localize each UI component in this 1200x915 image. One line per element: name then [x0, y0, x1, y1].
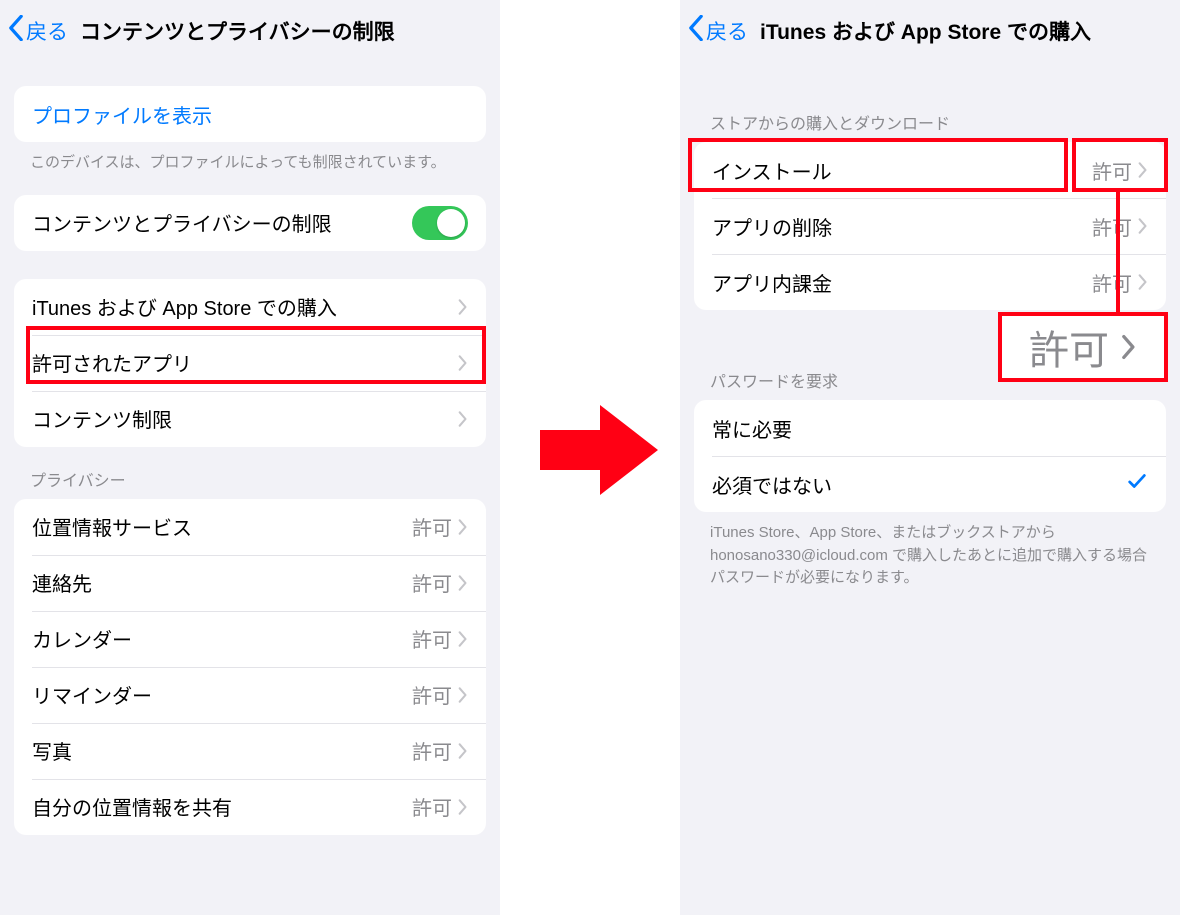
chevron-right-icon	[1138, 217, 1148, 235]
checkmark-icon	[1126, 470, 1148, 499]
group-toggle: コンテンツとプライバシーの制限	[14, 195, 486, 251]
row-label: 必須ではない	[712, 470, 1126, 499]
chevron-right-icon	[458, 686, 468, 704]
row-calendar[interactable]: カレンダー 許可	[14, 611, 486, 667]
row-label: 自分の位置情報を共有	[32, 792, 412, 821]
navbar: 戻る iTunes および App Store での購入	[680, 0, 1180, 62]
row-not-required[interactable]: 必須ではない	[694, 456, 1166, 512]
chevron-right-icon	[458, 742, 468, 760]
annotation-arrow-icon	[540, 400, 660, 500]
row-allowed-apps[interactable]: 許可されたアプリ	[14, 335, 486, 391]
profile-link-label: プロファイルを表示	[32, 100, 468, 129]
chevron-right-icon	[1138, 161, 1148, 179]
chevron-right-icon	[458, 798, 468, 816]
row-value: 許可	[1092, 156, 1132, 185]
row-value: 許可	[412, 736, 452, 765]
row-value: 許可	[412, 512, 452, 541]
row-label: 写真	[32, 736, 412, 765]
chevron-right-icon	[458, 410, 468, 428]
row-label: 許可されたアプリ	[32, 348, 458, 377]
group-profile: プロファイルを表示	[14, 86, 486, 142]
back-label: 戻る	[26, 16, 68, 46]
chevron-left-icon	[8, 15, 26, 47]
row-value: 許可	[412, 624, 452, 653]
page-title: コンテンツとプライバシーの制限	[80, 16, 395, 46]
row-value: 許可	[412, 568, 452, 597]
row-label: 常に必要	[712, 414, 1148, 443]
row-show-profile[interactable]: プロファイルを表示	[14, 86, 486, 142]
toggle-switch-icon[interactable]	[412, 206, 468, 240]
zoom-permit-label: 許可	[1029, 318, 1109, 376]
chevron-right-icon	[458, 574, 468, 592]
privacy-header: プライバシー	[0, 447, 500, 499]
row-label: 連絡先	[32, 568, 412, 597]
row-delete-apps[interactable]: アプリの削除 許可	[694, 198, 1166, 254]
back-label: 戻る	[706, 16, 748, 46]
row-value: 許可	[412, 792, 452, 821]
screen-itunes-purchases: 戻る iTunes および App Store での購入 ストアからの購入とダウ…	[680, 0, 1180, 915]
row-always-require[interactable]: 常に必要	[694, 400, 1166, 456]
row-photos[interactable]: 写真 許可	[14, 723, 486, 779]
chevron-left-icon	[688, 15, 706, 47]
row-label: アプリの削除	[712, 212, 1092, 241]
row-content-restrictions[interactable]: コンテンツ制限	[14, 391, 486, 447]
screen-content-privacy: 戻る コンテンツとプライバシーの制限 プロファイルを表示 このデバイスは、プロフ…	[0, 0, 500, 915]
group-privacy: 位置情報サービス 許可 連絡先 許可 カレンダー 許可 リマインダー 許可 写真…	[14, 499, 486, 835]
row-value: 許可	[1092, 268, 1132, 297]
row-label: アプリ内課金	[712, 268, 1092, 297]
row-install[interactable]: インストール 許可	[694, 142, 1166, 198]
store-header: ストアからの購入とダウンロード	[680, 62, 1180, 142]
row-label: 位置情報サービス	[32, 512, 412, 541]
row-itunes-appstore-purchases[interactable]: iTunes および App Store での購入	[14, 279, 486, 335]
chevron-right-icon	[1138, 273, 1148, 291]
group-store: インストール 許可 アプリの削除 許可 アプリ内課金 許可	[694, 142, 1166, 310]
annotation-connector	[1116, 192, 1120, 316]
group-main: iTunes および App Store での購入 許可されたアプリ コンテンツ…	[14, 279, 486, 447]
group-password: 常に必要 必須ではない	[694, 400, 1166, 512]
row-label: リマインダー	[32, 680, 412, 709]
row-label: カレンダー	[32, 624, 412, 653]
row-restrictions-toggle[interactable]: コンテンツとプライバシーの制限	[14, 195, 486, 251]
row-label: コンテンツ制限	[32, 404, 458, 433]
profile-footer: このデバイスは、プロファイルによっても制限されています。	[0, 142, 500, 181]
row-contacts[interactable]: 連絡先 許可	[14, 555, 486, 611]
row-in-app-purchases[interactable]: アプリ内課金 許可	[694, 254, 1166, 310]
chevron-right-icon	[458, 354, 468, 372]
toggle-label: コンテンツとプライバシーの制限	[32, 208, 412, 237]
row-share-my-location[interactable]: 自分の位置情報を共有 許可	[14, 779, 486, 835]
annotation-zoom-permit: 許可	[1002, 316, 1164, 378]
row-label: インストール	[712, 156, 1092, 185]
page-title: iTunes および App Store での購入	[760, 16, 1091, 46]
chevron-right-icon	[458, 630, 468, 648]
back-button[interactable]: 戻る	[688, 15, 748, 47]
chevron-right-icon	[1109, 334, 1137, 360]
password-footer: iTunes Store、App Store、またはブックストアから honos…	[680, 512, 1180, 596]
chevron-right-icon	[458, 518, 468, 536]
row-reminders[interactable]: リマインダー 許可	[14, 667, 486, 723]
row-value: 許可	[1092, 212, 1132, 241]
chevron-right-icon	[458, 298, 468, 316]
back-button[interactable]: 戻る	[8, 15, 68, 47]
navbar: 戻る コンテンツとプライバシーの制限	[0, 0, 500, 62]
row-location-services[interactable]: 位置情報サービス 許可	[14, 499, 486, 555]
row-label: iTunes および App Store での購入	[32, 292, 458, 321]
row-value: 許可	[412, 680, 452, 709]
